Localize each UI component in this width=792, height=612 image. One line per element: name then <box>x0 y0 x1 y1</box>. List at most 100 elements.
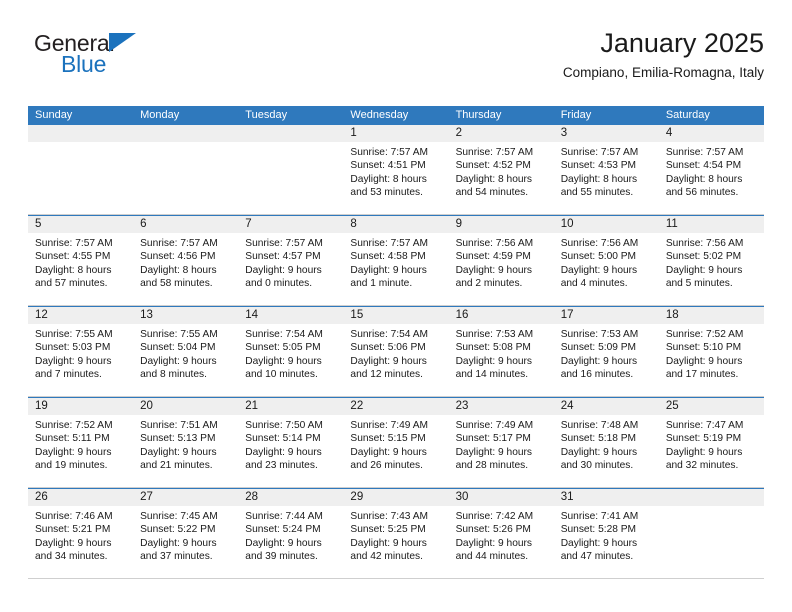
day-cell-empty <box>658 489 764 578</box>
day-info-line: Daylight: 9 hours <box>140 446 217 458</box>
day-cell-29[interactable]: 29 Sunrise: 7:43 AM Sunset: 5:25 PM Dayligh… <box>343 489 449 578</box>
day-cell-13[interactable]: 13 Sunrise: 7:55 AM Sunset: 5:04 PM Dayligh… <box>133 307 239 396</box>
day-info-line: and 0 minutes. <box>245 278 313 290</box>
day-cell-15[interactable]: 15 Sunrise: 7:54 AM Sunset: 5:06 PM Dayligh… <box>343 307 449 396</box>
day-info-line: Daylight: 9 hours <box>245 355 322 367</box>
day-info-line: Sunrise: 7:54 AM <box>245 329 323 340</box>
day-info-line: Daylight: 9 hours <box>560 537 638 549</box>
title-block: January 2025 Compiano, Emilia-Romagna, I… <box>563 26 764 83</box>
day-number: 12 <box>28 307 134 324</box>
calendar-page: General Blue January 2025 Compiano, Emil… <box>0 0 792 612</box>
day-cell-14[interactable]: 14 Sunrise: 7:54 AM Sunset: 5:05 PM Dayligh… <box>238 307 344 396</box>
day-cell-24[interactable]: 24 Sunrise: 7:48 AM Sunset: 5:18 PM Dayligh… <box>553 398 659 487</box>
weekday-header-wednesday: Wednesday <box>350 109 409 121</box>
day-info-line: and 37 minutes. <box>140 551 213 563</box>
day-sun-info: Sunrise: 7:41 AM Sunset: 5:28 PM Daylight:… <box>554 506 659 564</box>
day-cell-3[interactable]: 3 Sunrise: 7:57 AM Sunset: 4:53 PM Daylight… <box>553 125 659 214</box>
day-info-line: Sunset: 5:18 PM <box>560 433 637 445</box>
day-info-line: and 39 minutes. <box>245 551 318 563</box>
day-number: 16 <box>448 307 554 324</box>
day-cell-31[interactable]: 31 Sunrise: 7:41 AM Sunset: 5:28 PM Dayligh… <box>553 489 659 578</box>
day-info-line: Sunset: 4:59 PM <box>455 251 531 263</box>
calendar-week-row: 12 Sunrise: 7:55 AM Sunset: 5:03 PM Dayligh… <box>28 306 764 397</box>
day-info-line: Sunset: 5:14 PM <box>245 433 321 445</box>
day-info-line: Sunrise: 7:57 AM <box>245 238 323 249</box>
day-info-line: and 19 minutes. <box>35 460 108 472</box>
day-cell-20[interactable]: 20 Sunrise: 7:51 AM Sunset: 5:13 PM Dayligh… <box>133 398 239 487</box>
day-info-line: and 54 minutes. <box>455 187 529 199</box>
day-cell-2[interactable]: 2 Sunrise: 7:57 AM Sunset: 4:52 PM Daylight… <box>448 125 554 214</box>
day-info-line: Daylight: 9 hours <box>455 446 533 458</box>
weekday-header-tuesday: Tuesday <box>245 109 288 121</box>
day-cell-28[interactable]: 28 Sunrise: 7:44 AM Sunset: 5:24 PM Dayligh… <box>238 489 344 578</box>
day-info-line: Daylight: 9 hours <box>350 446 427 458</box>
day-info-line: and 12 minutes. <box>350 369 423 381</box>
day-cell-26[interactable]: 26 Sunrise: 7:46 AM Sunset: 5:21 PM Dayligh… <box>28 489 134 578</box>
day-info-line: Sunset: 4:57 PM <box>245 251 321 263</box>
day-cell-25[interactable]: 25 Sunrise: 7:47 AM Sunset: 5:19 PM Dayligh… <box>658 398 764 487</box>
weekday-header-friday: Friday <box>560 109 592 121</box>
day-cell-1[interactable]: 1 Sunrise: 7:57 AM Sunset: 4:51 PM Daylight… <box>343 125 449 214</box>
day-info-line: Sunset: 5:00 PM <box>560 251 637 263</box>
day-info-line: Sunset: 5:05 PM <box>245 342 321 354</box>
day-number: 27 <box>133 489 239 506</box>
day-cell-18[interactable]: 18 Sunrise: 7:52 AM Sunset: 5:10 PM Dayligh… <box>658 307 764 396</box>
general-blue-logo[interactable]: General Blue <box>34 30 164 82</box>
day-info-line: Sunrise: 7:49 AM <box>350 420 429 431</box>
day-info-line: Sunset: 4:53 PM <box>560 160 637 172</box>
day-info-line: Sunrise: 7:45 AM <box>140 511 218 522</box>
day-info-line: Sunrise: 7:49 AM <box>455 420 534 431</box>
day-sun-info: Sunrise: 7:57 AM Sunset: 4:52 PM Daylight:… <box>449 142 554 200</box>
day-info-line: Sunrise: 7:48 AM <box>560 420 639 431</box>
day-cell-21[interactable]: 21 Sunrise: 7:50 AM Sunset: 5:14 PM Dayligh… <box>238 398 344 487</box>
day-cell-27[interactable]: 27 Sunrise: 7:45 AM Sunset: 5:22 PM Dayligh… <box>133 489 239 578</box>
day-sun-info: Sunrise: 7:48 AM Sunset: 5:18 PM Daylight:… <box>554 415 659 473</box>
day-cell-12[interactable]: 12 Sunrise: 7:55 AM Sunset: 5:03 PM Dayligh… <box>28 307 134 396</box>
day-info-line: Sunrise: 7:43 AM <box>350 511 429 522</box>
day-info-line: Sunrise: 7:57 AM <box>35 238 113 249</box>
day-info-line: Sunrise: 7:57 AM <box>350 147 429 158</box>
day-info-line: Daylight: 8 hours <box>560 173 638 185</box>
day-sun-info: Sunrise: 7:55 AM Sunset: 5:03 PM Daylight:… <box>28 324 133 382</box>
day-cell-8[interactable]: 8 Sunrise: 7:57 AM Sunset: 4:58 PM Daylight… <box>343 216 449 305</box>
day-sun-info: Sunrise: 7:49 AM Sunset: 5:15 PM Daylight:… <box>343 415 448 473</box>
day-cell-16[interactable]: 16 Sunrise: 7:53 AM Sunset: 5:08 PM Dayligh… <box>448 307 554 396</box>
day-cell-19[interactable]: 19 Sunrise: 7:52 AM Sunset: 5:11 PM Dayligh… <box>28 398 134 487</box>
weekday-header-thursday: Thursday <box>455 109 502 121</box>
day-number: 1 <box>343 125 449 142</box>
day-info-line: Sunrise: 7:53 AM <box>455 329 534 340</box>
day-cell-6[interactable]: 6 Sunrise: 7:57 AM Sunset: 4:56 PM Daylight… <box>133 216 239 305</box>
day-cell-17[interactable]: 17 Sunrise: 7:53 AM Sunset: 5:09 PM Dayligh… <box>553 307 659 396</box>
day-info-line: and 30 minutes. <box>560 460 634 472</box>
day-cell-4[interactable]: 4 Sunrise: 7:57 AM Sunset: 4:54 PM Daylight… <box>658 125 764 214</box>
day-info-line: Sunrise: 7:57 AM <box>560 147 639 158</box>
calendar-week-row: 1 Sunrise: 7:57 AM Sunset: 4:51 PM Daylight… <box>28 125 764 215</box>
day-sun-info: Sunrise: 7:54 AM Sunset: 5:05 PM Daylight:… <box>238 324 343 382</box>
day-info-line: Sunset: 5:04 PM <box>140 342 216 354</box>
day-info-line: and 2 minutes. <box>455 278 523 290</box>
day-cell-7[interactable]: 7 Sunrise: 7:57 AM Sunset: 4:57 PM Daylight… <box>238 216 344 305</box>
day-info-line: Daylight: 9 hours <box>35 537 112 549</box>
day-cell-empty <box>28 125 134 214</box>
day-info-line: Sunrise: 7:42 AM <box>455 511 534 522</box>
day-info-line: and 1 minute. <box>350 278 413 290</box>
day-info-line: and 58 minutes. <box>140 278 213 290</box>
day-info-line: Sunset: 5:09 PM <box>560 342 637 354</box>
day-cell-11[interactable]: 11 Sunrise: 7:56 AM Sunset: 5:02 PM Dayligh… <box>658 216 764 305</box>
day-info-line: Daylight: 9 hours <box>245 264 322 276</box>
day-info-line: Sunset: 5:24 PM <box>245 524 321 536</box>
day-cell-5[interactable]: 5 Sunrise: 7:57 AM Sunset: 4:55 PM Daylight… <box>28 216 134 305</box>
day-cell-10[interactable]: 10 Sunrise: 7:56 AM Sunset: 5:00 PM Dayligh… <box>553 216 659 305</box>
day-cell-22[interactable]: 22 Sunrise: 7:49 AM Sunset: 5:15 PM Dayligh… <box>343 398 449 487</box>
day-cell-9[interactable]: 9 Sunrise: 7:56 AM Sunset: 4:59 PM Daylight… <box>448 216 554 305</box>
day-info-line: Sunrise: 7:56 AM <box>665 238 744 249</box>
day-info-line: and 56 minutes. <box>665 187 739 199</box>
day-info-line: and 5 minutes. <box>665 278 733 290</box>
day-sun-info: Sunrise: 7:52 AM Sunset: 5:10 PM Daylight:… <box>659 324 764 382</box>
day-info-line: Daylight: 8 hours <box>35 264 112 276</box>
day-info-line: Daylight: 9 hours <box>350 355 427 367</box>
day-cell-23[interactable]: 23 Sunrise: 7:49 AM Sunset: 5:17 PM Dayligh… <box>448 398 554 487</box>
day-cell-30[interactable]: 30 Sunrise: 7:42 AM Sunset: 5:26 PM Dayligh… <box>448 489 554 578</box>
day-sun-info: Sunrise: 7:51 AM Sunset: 5:13 PM Daylight:… <box>133 415 238 473</box>
day-info-line: and 10 minutes. <box>245 369 318 381</box>
